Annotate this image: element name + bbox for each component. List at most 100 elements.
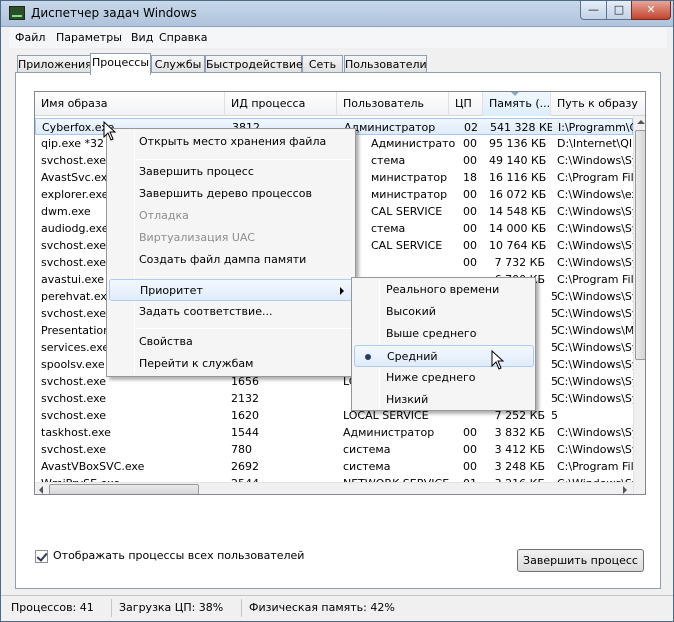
cell-path: C:\Windows\Sy	[557, 375, 639, 388]
status-memory: Физическая память: 42%	[249, 601, 395, 614]
menu-bar: Файл Параметры Вид Справка	[9, 28, 667, 48]
cell-path: C:\Windows\ex	[557, 188, 638, 201]
cell-pid: 2132	[231, 392, 259, 405]
priority-realtime[interactable]: Реального времени	[352, 279, 535, 301]
menu-options[interactable]: Параметры	[56, 31, 122, 44]
table-row[interactable]: svchost.exe 2132	[35, 390, 633, 407]
column-cpu[interactable]: ЦП	[449, 92, 483, 116]
submenu-arrow-icon	[340, 287, 344, 295]
menu-help[interactable]: Справка	[159, 31, 207, 44]
column-memory-label: Память (...	[489, 97, 551, 110]
priority-normal-label: Средний	[387, 350, 438, 363]
menu-separator	[137, 159, 353, 160]
menu-open-file-location[interactable]: Открыть место хранения файла	[107, 131, 353, 153]
tab-processes[interactable]: Процессы	[90, 53, 151, 75]
column-memory[interactable]: Память (...	[483, 92, 551, 116]
menu-end-process[interactable]: Завершить процесс	[107, 161, 353, 183]
cell-path: C:\Windows\Sy	[557, 307, 639, 320]
show-all-users-label: Отображать процессы всех пользователей	[53, 549, 305, 562]
cell-memory: 14 548 КБ	[489, 205, 547, 218]
cell-path: C:\Windows\Sy	[557, 154, 639, 167]
window-title: Диспетчер задач Windows	[31, 6, 197, 20]
menu-properties[interactable]: Свойства	[107, 331, 353, 353]
priority-above-normal[interactable]: Выше среднего	[352, 323, 535, 345]
priority-below-normal[interactable]: Ниже среднего	[352, 367, 535, 389]
status-divider	[241, 599, 242, 617]
menu-separator	[137, 328, 353, 329]
cell-user: стема	[371, 222, 406, 235]
menu-set-affinity[interactable]: Задать соответствие...	[107, 301, 353, 323]
scroll-up-icon[interactable]	[637, 120, 645, 124]
scroll-right-icon[interactable]	[623, 486, 627, 494]
menu-debug: Отладка	[139, 209, 189, 222]
cell-user: Администратор	[343, 426, 435, 439]
cell-path: C:\Windows\Sy	[557, 290, 639, 303]
column-image-name[interactable]: Имя образа	[35, 92, 225, 116]
show-all-users-checkbox[interactable]	[35, 550, 48, 563]
priority-normal[interactable]: Средний	[354, 345, 534, 367]
cell-image-name: taskhost.exe	[41, 426, 111, 439]
table-row[interactable]: taskhost.exe 1544 Администратор 00 3 832 КБ C…	[35, 424, 638, 441]
list-header: Имя образа ИД процесса Пользователь ЦП П…	[35, 92, 645, 116]
mouse-cursor-icon	[491, 350, 505, 370]
cell-cpu: 00	[463, 426, 477, 439]
cell-cpu: 02	[464, 121, 478, 134]
vertical-scroll-thumb[interactable]	[635, 130, 645, 360]
column-path[interactable]: Путь к образу	[551, 92, 645, 116]
cell-user: министратор	[371, 188, 448, 201]
cell-memory: 3 832 КБ	[494, 426, 545, 439]
priority-high[interactable]: Высокий	[352, 301, 535, 323]
cell-path: C:\Program File	[557, 460, 641, 473]
cell-memory: 16 072 КБ	[489, 188, 547, 201]
cell-cpu: 00	[463, 443, 477, 456]
menu-end-process-tree[interactable]: Завершить дерево процессов	[107, 183, 353, 205]
table-row[interactable]: svchost.exe 780 система 00 3 412 КБ C:\Window…	[35, 441, 638, 458]
close-button[interactable]: ✕	[631, 1, 671, 20]
cell-path: C:\Windows\Sy	[557, 358, 639, 371]
status-cpu: Загрузка ЦП: 38%	[119, 601, 224, 614]
horizontal-scroll-thumb[interactable]	[49, 484, 199, 494]
menu-go-to-services[interactable]: Перейти к службам	[107, 353, 353, 375]
cell-memory: 95 136 КБ	[489, 137, 547, 150]
cell-memory: 16 116 КБ	[489, 171, 547, 184]
priority-submenu: Реального времени Высокий Выше среднего …	[351, 277, 536, 411]
cell-cpu: 00	[463, 460, 477, 473]
priority-low[interactable]: Низкий	[352, 389, 535, 411]
cell-path: C:\Windows\Sy	[557, 239, 639, 252]
title-bar[interactable]: Диспетчер задач Windows — □ ✕	[1, 1, 673, 27]
cell-path: C:\Windows\Sy	[557, 341, 639, 354]
cell-path: C:\Windows\Sy	[557, 426, 639, 439]
cell-image-name: AvastVBoxSVC.exe	[41, 460, 145, 473]
cell-memory: 49 140 КБ	[489, 154, 547, 167]
menu-view[interactable]: Вид	[131, 31, 153, 44]
cell-user: стема	[371, 154, 406, 167]
cell-user: система	[343, 443, 391, 456]
minimize-button[interactable]: —	[580, 1, 607, 20]
end-process-button[interactable]: Завершить процесс	[517, 549, 644, 572]
cell-pid: 2692	[231, 460, 259, 473]
column-pid[interactable]: ИД процесса	[225, 92, 337, 116]
cell-path: C:\Windows\M	[557, 324, 635, 337]
cell-pid: 1544	[231, 426, 259, 439]
cell-path: C:\Windows\Sy	[557, 222, 639, 235]
horizontal-scrollbar[interactable]	[35, 482, 633, 494]
table-row[interactable]: AvastVBoxSVC.exe 2692 система 00 3 248 КБ C:\…	[35, 458, 640, 475]
cell-memory: 14 000 КБ	[489, 222, 547, 235]
context-menu: Открыть место хранения файла Завершить п…	[106, 128, 356, 377]
menu-create-dump-file[interactable]: Создать файл дампа памяти	[107, 249, 353, 271]
scroll-left-icon[interactable]	[39, 486, 43, 494]
maximize-button[interactable]: □	[606, 1, 632, 20]
vertical-scrollbar[interactable]	[633, 116, 645, 494]
status-bar: Процессов: 41 Загрузка ЦП: 38% Физическа…	[1, 595, 673, 621]
cell-path: D:\Internet\QI	[557, 137, 633, 150]
cell-path: C:\Windows\Sy	[557, 205, 639, 218]
cell-image-name: svchost.exe	[41, 392, 107, 405]
menu-separator	[137, 276, 353, 277]
menu-priority[interactable]: Приоритет	[109, 279, 353, 301]
cell-path: C:\Windows\Sy	[557, 256, 639, 269]
cell-pid: 780	[231, 443, 252, 456]
menu-file[interactable]: Файл	[15, 31, 45, 44]
cell-path: C:\Windows\Sy	[557, 392, 639, 405]
column-user[interactable]: Пользователь	[337, 92, 449, 116]
cell-image-name: svchost.exe	[41, 443, 107, 456]
